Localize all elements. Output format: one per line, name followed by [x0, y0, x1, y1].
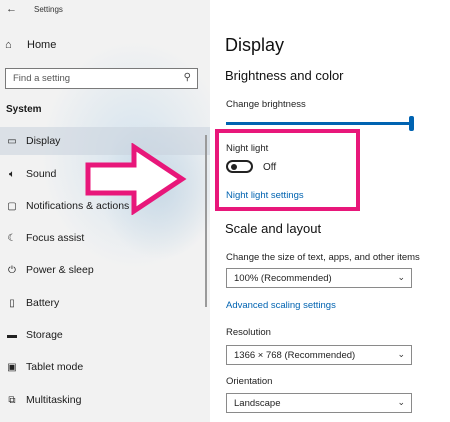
- brightness-slider-track[interactable]: [226, 122, 412, 125]
- power-icon: ⏻: [8, 264, 16, 276]
- sidebar-item-battery[interactable]: ▯ Battery: [0, 289, 210, 317]
- main-pane: Display Brightness and color Change brig…: [210, 0, 450, 422]
- brightness-label: Change brightness: [226, 99, 306, 110]
- sidebar-item-tablet-mode[interactable]: ▣ Tablet mode: [0, 353, 210, 381]
- page-title: Display: [225, 35, 285, 55]
- sidebar-item-multitasking[interactable]: ⧉ Multitasking: [0, 386, 210, 414]
- night-light-settings-link[interactable]: Night light settings: [226, 190, 304, 201]
- storage-icon: ▬: [7, 329, 17, 341]
- scale-heading: Scale and layout: [225, 221, 322, 236]
- monitor-icon: ▭: [7, 135, 17, 147]
- orientation-dropdown[interactable]: Landscape ⌄: [226, 393, 412, 413]
- night-light-toggle[interactable]: [226, 160, 253, 173]
- resolution-dropdown[interactable]: 1366 × 768 (Recommended) ⌄: [226, 345, 412, 365]
- sidebar-item-power-sleep[interactable]: ⏻ Power & sleep: [0, 256, 210, 284]
- title-bar: ← Settings: [0, 0, 210, 20]
- multitasking-icon: ⧉: [8, 394, 16, 406]
- sidebar-item-label: Multitasking: [26, 394, 82, 406]
- search-input[interactable]: Find a setting ⚲: [5, 68, 198, 89]
- speaker-icon: 🔈︎: [9, 168, 15, 180]
- sidebar-item-label: Display: [26, 135, 61, 147]
- battery-icon: ▯: [9, 297, 15, 309]
- resolution-value: 1366 × 768 (Recommended): [234, 349, 356, 361]
- night-light-state: Off: [263, 162, 277, 173]
- resolution-label: Resolution: [226, 327, 271, 338]
- size-label: Change the size of text, apps, and other…: [226, 252, 420, 263]
- back-arrow-icon[interactable]: ←: [6, 3, 17, 15]
- toggle-knob: [231, 164, 237, 170]
- sidebar-item-label: Sound: [26, 168, 57, 180]
- window-title: Settings: [34, 5, 63, 14]
- sidebar-scrollbar[interactable]: [205, 135, 207, 307]
- home-label: Home: [27, 39, 57, 51]
- brightness-heading: Brightness and color: [225, 68, 344, 83]
- notification-icon: ▢: [7, 200, 17, 212]
- sidebar-item-label: Tablet mode: [26, 361, 84, 373]
- sidebar-item-label: Focus assist: [26, 232, 85, 244]
- section-label: System: [6, 104, 42, 115]
- search-placeholder: Find a setting: [13, 73, 71, 84]
- sidebar-item-label: Power & sleep: [26, 264, 94, 276]
- sidebar-item-focus-assist[interactable]: ☾ Focus assist: [0, 224, 210, 252]
- home-icon: ⌂: [5, 39, 12, 51]
- search-icon: ⚲: [183, 72, 191, 83]
- scale-value: 100% (Recommended): [234, 272, 332, 284]
- chevron-down-icon: ⌄: [397, 397, 405, 407]
- orientation-label: Orientation: [226, 376, 273, 387]
- moon-icon: ☾: [7, 232, 17, 244]
- home-link[interactable]: ⌂ Home: [5, 39, 56, 51]
- brightness-slider-thumb[interactable]: [409, 116, 414, 131]
- scale-dropdown[interactable]: 100% (Recommended) ⌄: [226, 268, 412, 288]
- chevron-down-icon: ⌄: [397, 349, 405, 359]
- night-light-label: Night light: [226, 143, 269, 154]
- sidebar-item-label: Storage: [26, 329, 63, 341]
- pointing-arrow-icon: [85, 143, 187, 215]
- orientation-value: Landscape: [234, 397, 281, 409]
- sidebar-item-storage[interactable]: ▬ Storage: [0, 321, 210, 349]
- sidebar-item-label: Battery: [26, 297, 60, 309]
- advanced-scaling-link[interactable]: Advanced scaling settings: [226, 300, 336, 311]
- chevron-down-icon: ⌄: [397, 272, 405, 282]
- tablet-icon: ▣: [7, 361, 17, 373]
